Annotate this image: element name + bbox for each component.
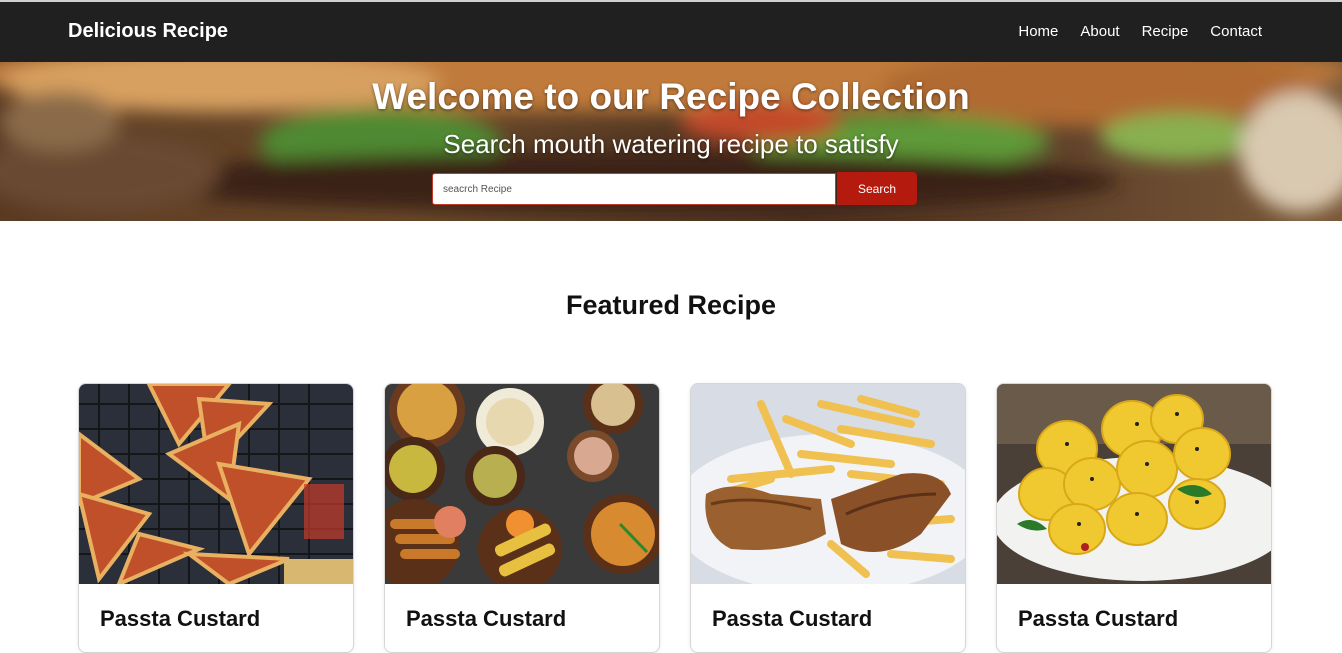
recipe-card[interactable]: Passta Custard <box>690 383 966 653</box>
recipe-card-title: Passta Custard <box>1018 606 1179 631</box>
search-button[interactable]: Search <box>837 172 917 205</box>
recipe-card-title: Passta Custard <box>406 606 567 631</box>
recipe-card-title: Passta Custard <box>712 606 873 631</box>
recipe-card[interactable]: Passta Custard <box>78 383 354 653</box>
indian-snacks-image <box>385 384 659 584</box>
pizza-toast-image <box>79 384 353 584</box>
recipe-card[interactable]: Passta Custard <box>384 383 660 653</box>
hero-title: Welcome to our Recipe Collection <box>372 76 970 117</box>
hero-banner: Welcome to our Recipe Collection Search … <box>0 62 1342 221</box>
recipe-card[interactable]: Passta Custard <box>996 383 1272 653</box>
navbar: Delicious Recipe Home About Recipe Conta… <box>0 0 1342 62</box>
khandvi-image <box>997 384 1271 584</box>
brand-logo[interactable]: Delicious Recipe <box>68 20 228 43</box>
nav-link-contact[interactable]: Contact <box>1210 23 1262 40</box>
nav-links: Home About Recipe Contact <box>996 23 1262 40</box>
nav-link-recipe[interactable]: Recipe <box>1142 23 1189 40</box>
recipe-card-title: Passta Custard <box>100 606 261 631</box>
fries-fish-image <box>691 384 965 584</box>
featured-section-title: Featured Recipe <box>565 290 777 320</box>
hero-subtitle: Search mouth watering recipe to satisfy <box>443 129 899 159</box>
nav-link-about[interactable]: About <box>1080 23 1119 40</box>
nav-link-home[interactable]: Home <box>1018 23 1058 40</box>
search-input[interactable] <box>432 173 836 205</box>
